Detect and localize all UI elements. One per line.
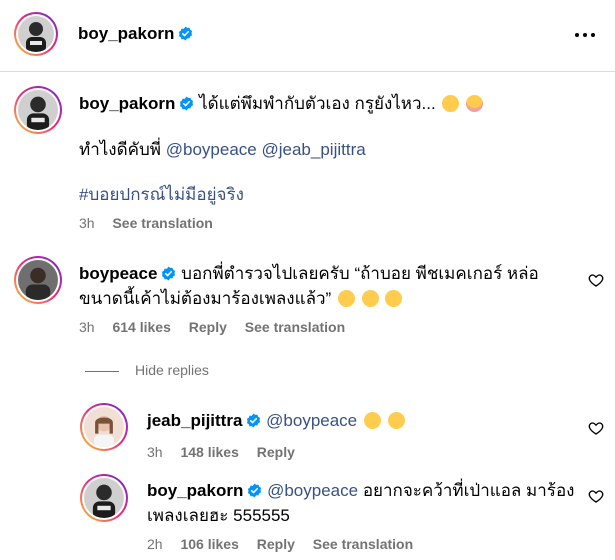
- comment-avatar[interactable]: [14, 256, 62, 304]
- laughing-emoji: [361, 290, 379, 307]
- mention-link[interactable]: @boypeace: [266, 411, 357, 430]
- post-header: boy_pakorn: [0, 0, 615, 72]
- heart-icon[interactable]: [588, 420, 604, 436]
- avatar-photo: [84, 478, 124, 518]
- hide-replies-label[interactable]: Hide replies: [135, 362, 209, 378]
- comment-line-2: ขนาดนี้เค้าไม่ต้องมาร้องเพลงแล้ว”: [79, 286, 403, 312]
- reply-avatar[interactable]: [80, 474, 128, 522]
- reply-time: 3h: [147, 444, 163, 460]
- caption-time: 3h: [79, 215, 95, 231]
- heart-icon[interactable]: [588, 488, 604, 504]
- reply-time: 2h: [147, 536, 163, 552]
- likes-count[interactable]: 106 likes: [180, 536, 238, 552]
- see-translation-button[interactable]: See translation: [112, 215, 212, 231]
- grinning-sweat-emoji: [363, 412, 381, 429]
- grinning-sweat-emoji: [387, 412, 405, 429]
- reply-button[interactable]: Reply: [189, 319, 227, 335]
- caption-line-1: boy_pakorn ได้แต่พึมพำกับตัวเอง กรูยังไห…: [79, 91, 599, 117]
- reply-avatar[interactable]: [80, 403, 128, 451]
- avatar-photo: [18, 90, 58, 130]
- reply-button[interactable]: Reply: [257, 444, 295, 460]
- reply-text-line2: เพลงเลยฮะ 555555: [147, 506, 290, 525]
- verified-badge-icon: [162, 266, 176, 281]
- header-username-text[interactable]: boy_pakorn: [78, 24, 174, 43]
- reply-username-text[interactable]: boy_pakorn: [147, 481, 243, 500]
- reply-line-1: jeab_pijittra @boypeace: [147, 408, 405, 434]
- reply-meta: 2h 106 likes Reply See translation: [147, 536, 413, 552]
- verified-badge-icon: [179, 26, 193, 41]
- mention-link[interactable]: @boypeace: [267, 481, 358, 500]
- divider-line: [85, 370, 119, 372]
- comment-username-text[interactable]: boypeace: [79, 264, 157, 283]
- laughing-emoji: [385, 290, 403, 307]
- mention-link[interactable]: @jeab_pijittra: [261, 140, 365, 159]
- avatar-photo: [18, 260, 58, 300]
- comment-username[interactable]: boypeace: [79, 264, 176, 283]
- comment-time: 3h: [79, 319, 95, 335]
- reply-text-line1: อยากจะคว้าที่เป่าแอล มาร้อง: [362, 481, 575, 500]
- reply-meta: 3h 148 likes Reply: [147, 444, 295, 460]
- reply-username[interactable]: jeab_pijittra: [147, 411, 261, 430]
- hashtag-link[interactable]: #บอยปกรณ์ไม่มีอยู่จริง: [79, 185, 244, 204]
- caption-line2-prefix: ทำไงดีคับพี่: [79, 140, 162, 159]
- see-translation-button[interactable]: See translation: [313, 536, 413, 552]
- avatar-photo: [18, 16, 54, 52]
- teary-emoji: [466, 95, 484, 112]
- caption-line-2: ทำไงดีคับพี่ @boypeace @jeab_pijittra: [79, 137, 366, 163]
- mention-link[interactable]: @boypeace: [166, 140, 257, 159]
- header-avatar[interactable]: [14, 12, 58, 56]
- comment-meta: 3h 614 likes Reply See translation: [79, 319, 345, 335]
- pensive-emoji: [442, 95, 460, 112]
- likes-count[interactable]: 148 likes: [180, 444, 238, 460]
- caption-avatar[interactable]: [14, 86, 62, 134]
- header-username[interactable]: boy_pakorn: [78, 24, 193, 44]
- caption-meta: 3h See translation: [79, 215, 213, 231]
- likes-count[interactable]: 614 likes: [112, 319, 170, 335]
- caption-username-text[interactable]: boy_pakorn: [79, 94, 175, 113]
- more-options-icon[interactable]: [573, 25, 597, 45]
- heart-icon[interactable]: [588, 272, 604, 288]
- caption-username[interactable]: boy_pakorn: [79, 94, 194, 113]
- reply-username-text[interactable]: jeab_pijittra: [147, 411, 242, 430]
- comment-line-1: boypeace บอกพี่ตำรวจไปเลยครับ “ถ้าบอย พี…: [79, 261, 589, 287]
- caption-hashtag-line: #บอยปกรณ์ไม่มีอยู่จริง: [79, 182, 244, 208]
- reply-line-2: เพลงเลยฮะ 555555: [147, 503, 290, 529]
- reply-line-1: boy_pakorn @boypeace อยากจะคว้าที่เป่าแอ…: [147, 478, 577, 504]
- see-translation-button[interactable]: See translation: [245, 319, 345, 335]
- reply-username[interactable]: boy_pakorn: [147, 481, 262, 500]
- hide-replies-button[interactable]: Hide replies: [85, 362, 209, 378]
- laughing-emoji: [337, 290, 355, 307]
- verified-badge-icon: [180, 96, 194, 111]
- comment-text-line1: บอกพี่ตำรวจไปเลยครับ “ถ้าบอย พีชเมคเกอร์…: [181, 264, 539, 283]
- verified-badge-icon: [248, 483, 262, 498]
- caption-text: ได้แต่พึมพำกับตัวเอง กรูยังไหว...: [199, 94, 436, 113]
- verified-badge-icon: [247, 413, 261, 428]
- avatar-photo: [84, 407, 124, 447]
- comment-text-line2: ขนาดนี้เค้าไม่ต้องมาร้องเพลงแล้ว”: [79, 289, 332, 308]
- reply-button[interactable]: Reply: [257, 536, 295, 552]
